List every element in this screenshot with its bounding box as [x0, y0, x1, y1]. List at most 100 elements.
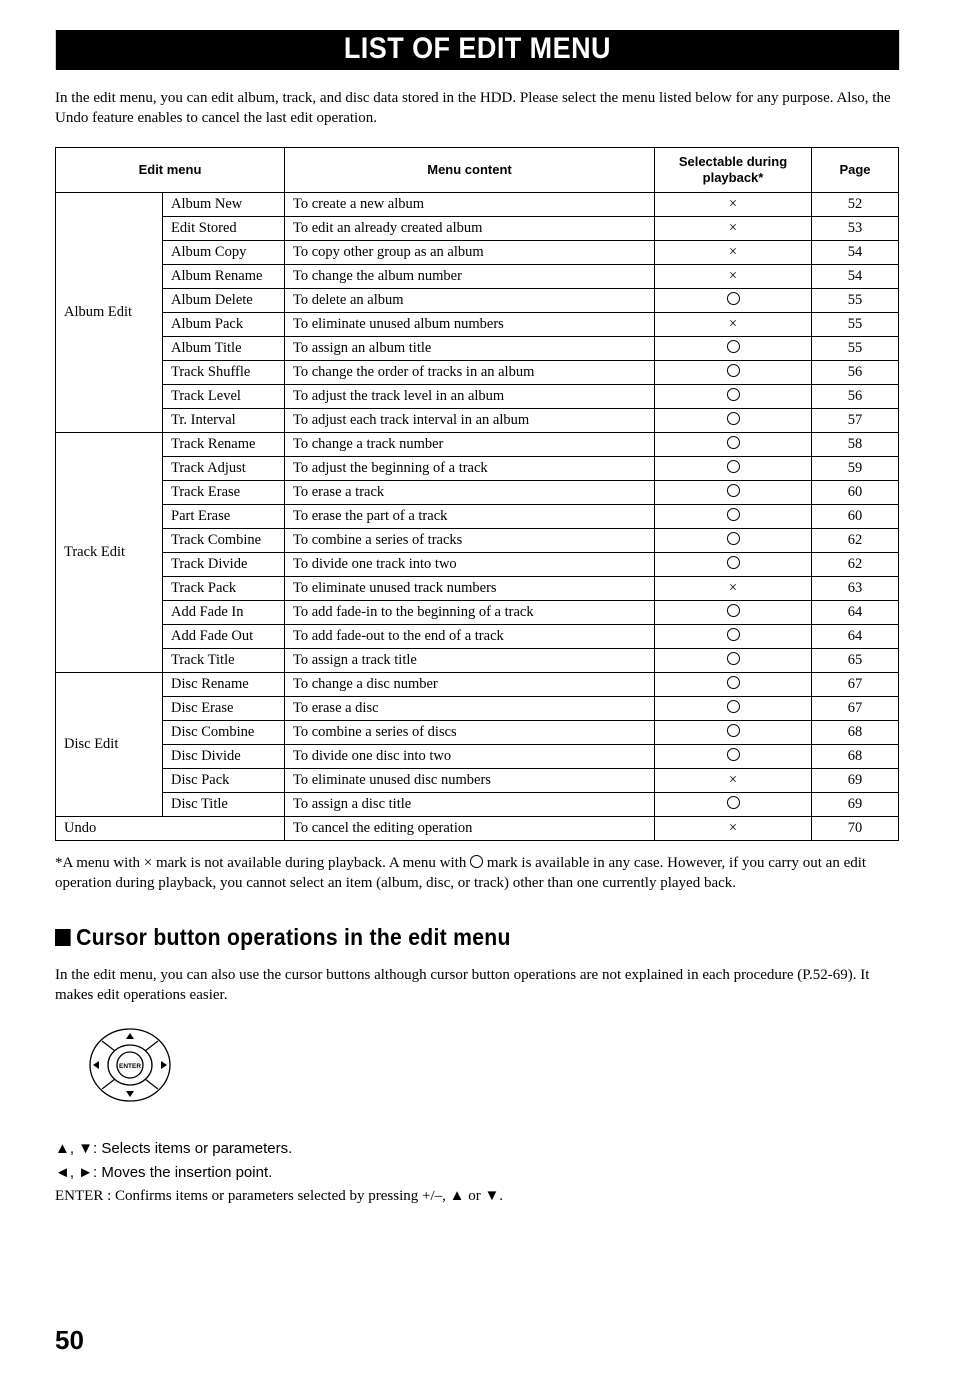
item-cell: Track Title: [163, 649, 285, 673]
selectable-cell: [655, 721, 812, 745]
page-cell: 68: [812, 745, 899, 769]
cursor-operations-list: ▲, ▼: Selects items or parameters. ◄, ►:…: [55, 1140, 899, 1205]
item-cell: Part Erase: [163, 505, 285, 529]
table-row: Track DivideTo divide one track into two…: [56, 553, 899, 577]
selectable-cell: [655, 289, 812, 313]
item-cell: Track Level: [163, 385, 285, 409]
desc-cell: To create a new album: [285, 193, 655, 217]
item-cell: Album Delete: [163, 289, 285, 313]
item-cell: Track Combine: [163, 529, 285, 553]
item-cell: Disc Divide: [163, 745, 285, 769]
page-cell: 62: [812, 529, 899, 553]
desc-cell: To delete an album: [285, 289, 655, 313]
table-row: Track EraseTo erase a track60: [56, 481, 899, 505]
table-row: Track PackTo eliminate unused track numb…: [56, 577, 899, 601]
desc-cell: To eliminate unused track numbers: [285, 577, 655, 601]
desc-cell: To change a disc number: [285, 673, 655, 697]
header-selectable: Selectable during playback*: [655, 147, 812, 193]
desc-cell: To divide one track into two: [285, 553, 655, 577]
table-row: Album RenameTo change the album number×5…: [56, 265, 899, 289]
desc-cell: To divide one disc into two: [285, 745, 655, 769]
item-cell: Add Fade In: [163, 601, 285, 625]
header-page: Page: [812, 147, 899, 193]
page-cell: 55: [812, 313, 899, 337]
selectable-cell: ×: [655, 265, 812, 289]
item-cell: Disc Combine: [163, 721, 285, 745]
desc-cell: To copy other group as an album: [285, 241, 655, 265]
selectable-cell: [655, 457, 812, 481]
group-cell: Disc Edit: [56, 673, 163, 817]
footnote: *A menu with × mark is not available dur…: [55, 853, 899, 894]
desc-cell: To assign a track title: [285, 649, 655, 673]
table-row: Album TitleTo assign an album title55: [56, 337, 899, 361]
intro-text: In the edit menu, you can edit album, tr…: [55, 88, 899, 129]
page-cell: 60: [812, 481, 899, 505]
bullet-item: ◄, ►: Moves the insertion point.: [55, 1164, 899, 1182]
edit-menu-table: Edit menu Menu content Selectable during…: [55, 147, 899, 842]
table-row: Track LevelTo adjust the track level in …: [56, 385, 899, 409]
selectable-cell: [655, 505, 812, 529]
selectable-cell: [655, 385, 812, 409]
page-cell: 59: [812, 457, 899, 481]
item-cell: Disc Pack: [163, 769, 285, 793]
desc-cell: To change the album number: [285, 265, 655, 289]
page-cell: 56: [812, 361, 899, 385]
selectable-cell: [655, 361, 812, 385]
item-cell: Album Pack: [163, 313, 285, 337]
item-cell: Disc Rename: [163, 673, 285, 697]
desc-cell: To change a track number: [285, 433, 655, 457]
page-cell: 60: [812, 505, 899, 529]
table-row: Track CombineTo combine a series of trac…: [56, 529, 899, 553]
selectable-cell: [655, 601, 812, 625]
desc-cell: To assign a disc title: [285, 793, 655, 817]
item-cell: Track Divide: [163, 553, 285, 577]
item-cell: Disc Erase: [163, 697, 285, 721]
item-cell: Album Copy: [163, 241, 285, 265]
table-row: Disc EditDisc RenameTo change a disc num…: [56, 673, 899, 697]
page-cell: 69: [812, 769, 899, 793]
selectable-cell: [655, 745, 812, 769]
item-cell: Track Rename: [163, 433, 285, 457]
item-cell: Track Erase: [163, 481, 285, 505]
desc-cell: To erase the part of a track: [285, 505, 655, 529]
page-cell: 52: [812, 193, 899, 217]
selectable-cell: [655, 697, 812, 721]
table-row: Tr. IntervalTo adjust each track interva…: [56, 409, 899, 433]
table-row: Album DeleteTo delete an album 55: [56, 289, 899, 313]
selectable-cell: ×: [655, 817, 812, 841]
desc-cell: To eliminate unused album numbers: [285, 313, 655, 337]
item-cell: Tr. Interval: [163, 409, 285, 433]
selectable-cell: ×: [655, 769, 812, 793]
table-row: UndoTo cancel the editing operation×70: [56, 817, 899, 841]
table-row: Disc CombineTo combine a series of discs…: [56, 721, 899, 745]
selectable-cell: [655, 481, 812, 505]
group-cell: Album Edit: [56, 193, 163, 433]
desc-cell: To change the order of tracks in an albu…: [285, 361, 655, 385]
item-cell: Album New: [163, 193, 285, 217]
item-cell: Add Fade Out: [163, 625, 285, 649]
table-row: Part EraseTo erase the part of a track 60: [56, 505, 899, 529]
page-cell: 70: [812, 817, 899, 841]
desc-cell: To adjust the beginning of a track: [285, 457, 655, 481]
item-cell: Track Pack: [163, 577, 285, 601]
desc-cell: To edit an already created album: [285, 217, 655, 241]
desc-cell: To adjust the track level in an album: [285, 385, 655, 409]
group-cell: Track Edit: [56, 433, 163, 673]
selectable-cell: [655, 793, 812, 817]
circle-icon: [470, 855, 483, 868]
table-row: Add Fade OutTo add fade-out to the end o…: [56, 625, 899, 649]
header-menu-content: Menu content: [285, 147, 655, 193]
header-edit-menu: Edit menu: [56, 147, 285, 193]
page-cell: 54: [812, 265, 899, 289]
desc-cell: To adjust each track interval in an albu…: [285, 409, 655, 433]
selectable-cell: ×: [655, 577, 812, 601]
table-row: Track AdjustTo adjust the beginning of a…: [56, 457, 899, 481]
table-row: Edit StoredTo edit an already created al…: [56, 217, 899, 241]
item-cell: Edit Stored: [163, 217, 285, 241]
section-intro: In the edit menu, you can also use the c…: [55, 965, 899, 1006]
page-cell: 55: [812, 289, 899, 313]
page-cell: 69: [812, 793, 899, 817]
selectable-cell: [655, 409, 812, 433]
item-cell: Track Adjust: [163, 457, 285, 481]
section-heading: Cursor button operations in the edit men…: [55, 924, 831, 951]
